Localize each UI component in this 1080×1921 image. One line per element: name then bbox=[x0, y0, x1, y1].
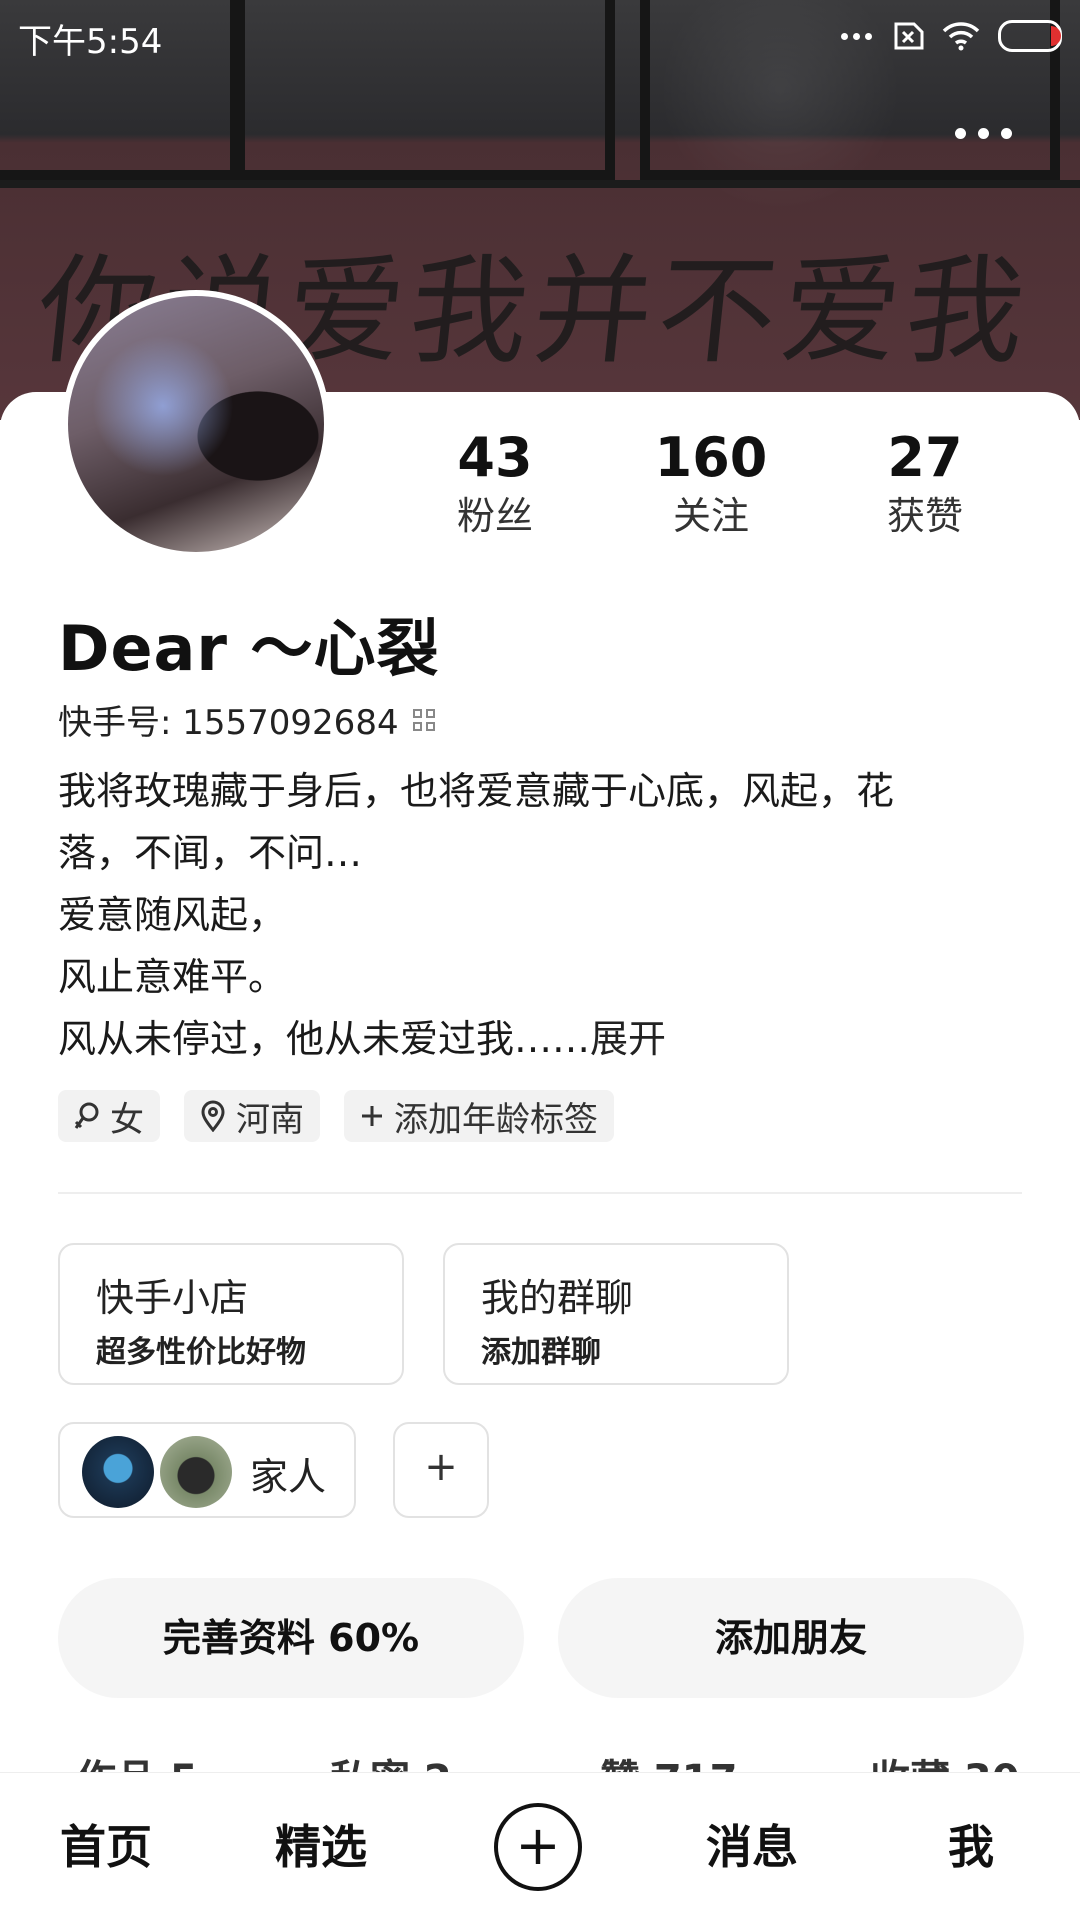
nav-featured[interactable]: 精选 bbox=[275, 1811, 367, 1877]
card-kuaishou-shop[interactable]: 快手小店 超多性价比好物 bbox=[58, 1243, 404, 1385]
bio: 我将玫瑰藏于身后，也将爱意藏于心底，风起，花 落，不闻，不问… 爱意随风起， 风… bbox=[58, 760, 988, 1070]
wifi-icon bbox=[942, 22, 980, 51]
tag-label: 添加年龄标签 bbox=[394, 1099, 598, 1140]
status-icons bbox=[841, 18, 1062, 54]
status-time: 下午5:54 bbox=[18, 22, 163, 62]
family-label: 家人 bbox=[250, 1455, 327, 1499]
stat-value: 43 bbox=[457, 426, 533, 489]
family-group[interactable]: 家人 bbox=[58, 1422, 356, 1518]
bio-line: 风从未停过，他从未爱过我…… bbox=[58, 1017, 591, 1061]
tag-label: 女 bbox=[110, 1099, 144, 1140]
ledge bbox=[0, 180, 1080, 188]
no-sim-icon bbox=[894, 22, 924, 50]
card-title: 快手小店 bbox=[96, 1276, 249, 1320]
nav-me[interactable]: 我 bbox=[948, 1811, 994, 1877]
battery-icon bbox=[998, 20, 1062, 52]
tag-add-age[interactable]: 添加年龄标签 bbox=[344, 1090, 614, 1142]
card-subtitle: 超多性价比好物 bbox=[96, 1335, 306, 1370]
location-icon bbox=[201, 1100, 225, 1132]
stat-label: 粉丝 bbox=[456, 494, 533, 538]
avatar[interactable] bbox=[62, 290, 330, 558]
expand-link[interactable]: 展开 bbox=[590, 1017, 666, 1061]
bio-line-last: 风从未停过，他从未爱过我……展开 bbox=[58, 1008, 988, 1070]
tag-label: 河南 bbox=[236, 1099, 304, 1140]
notification-dots-icon bbox=[841, 32, 872, 40]
stat-label: 获赞 bbox=[886, 494, 963, 538]
stat-likes[interactable]: 27 获赞 bbox=[850, 425, 1000, 541]
more-options-button[interactable] bbox=[955, 128, 1012, 139]
complete-profile-button[interactable]: 完善资料 60% bbox=[58, 1578, 524, 1698]
kuaishou-id: 快手号: 1557092684 bbox=[58, 703, 399, 743]
family-avatar bbox=[160, 1436, 232, 1508]
status-bar: 下午5:54 bbox=[0, 0, 1080, 72]
card-title: 我的群聊 bbox=[481, 1276, 634, 1320]
tag-location[interactable]: 河南 bbox=[184, 1090, 320, 1142]
bio-line: 风止意难平。 bbox=[58, 955, 287, 999]
create-button[interactable]: + bbox=[494, 1803, 582, 1891]
bottom-nav: 首页 精选 + 消息 我 bbox=[0, 1772, 1080, 1921]
tag-gender[interactable]: 女 bbox=[58, 1090, 160, 1142]
bio-line: 爱意随风起， bbox=[58, 893, 287, 937]
plus-icon bbox=[362, 1106, 382, 1126]
nav-home[interactable]: 首页 bbox=[60, 1811, 152, 1877]
stat-label: 关注 bbox=[672, 494, 749, 538]
card-subtitle: 添加群聊 bbox=[481, 1335, 601, 1370]
stat-following[interactable]: 160 关注 bbox=[636, 425, 786, 541]
add-friend-button[interactable]: 添加朋友 bbox=[558, 1578, 1024, 1698]
profile-name: Dear ～心裂 bbox=[58, 612, 440, 685]
stat-value: 27 bbox=[887, 426, 963, 489]
family-avatar bbox=[82, 1436, 154, 1508]
bio-line: 落，不闻，不问… bbox=[58, 831, 363, 875]
qr-code-icon[interactable] bbox=[412, 708, 435, 731]
female-icon bbox=[74, 1102, 99, 1129]
tag-row: 女 河南 添加年龄标签 bbox=[58, 1090, 614, 1142]
kuaishou-id-row[interactable]: 快手号: 1557092684 bbox=[58, 695, 435, 744]
nav-messages[interactable]: 消息 bbox=[706, 1811, 798, 1877]
stat-fans[interactable]: 43 粉丝 bbox=[420, 425, 570, 541]
add-family-button[interactable]: + bbox=[393, 1422, 489, 1518]
bio-line: 我将玫瑰藏于身后，也将爱意藏于心底，风起，花 bbox=[58, 769, 895, 813]
card-group-chat[interactable]: 我的群聊 添加群聊 bbox=[443, 1243, 789, 1385]
stat-value: 160 bbox=[654, 426, 768, 489]
divider bbox=[58, 1192, 1022, 1194]
